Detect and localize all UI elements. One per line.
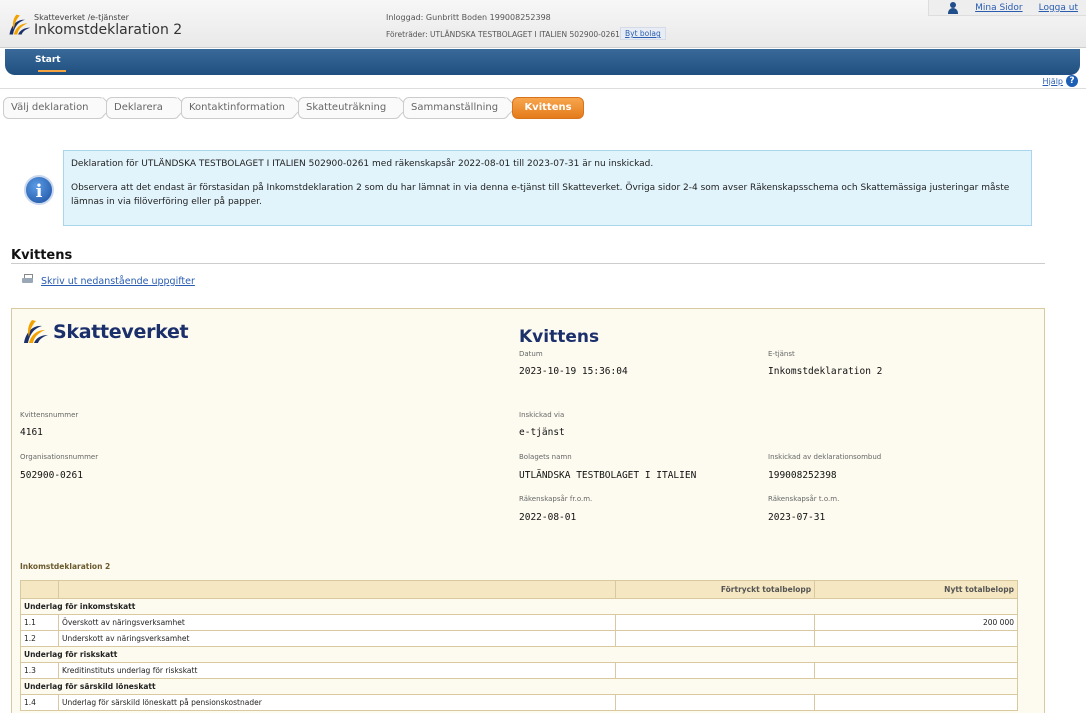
row-new-amount [814, 662, 1018, 679]
receipt-logo: Skatteverket [20, 317, 189, 347]
field-label-orgnr: Organisationsnummer [20, 453, 99, 461]
field-orgnr: 502900-0261 [20, 470, 83, 481]
skatteverket-logo-icon [24, 320, 48, 343]
row-new-amount: 200 000 [814, 614, 1018, 631]
row-number: 1.4 [20, 694, 59, 711]
switch-company-link[interactable]: Byt bolag [620, 27, 666, 40]
skatteverket-logo-icon [9, 14, 31, 35]
row-pre-amount [615, 614, 816, 631]
user-icon [947, 1, 959, 14]
step-sammanstallning[interactable]: Sammanställning [403, 97, 509, 119]
representative-info: Företräder: UTLÄNDSKA TESTBOLAGET I ITAL… [386, 30, 620, 39]
field-label-bolag: Bolagets namn [519, 453, 572, 461]
table-row: 1.3 Kreditinstituts underlag för riskska… [20, 662, 1018, 679]
field-label-ombud: Inskickad av deklarationsombud [768, 453, 882, 461]
table-row: 1.2 Underskott av näringsverksamhet [20, 630, 1018, 647]
logged-in-user: Inloggad: Gunbritt Boden 199008252398 [386, 13, 551, 22]
row-new-amount [814, 694, 1018, 711]
field-ombud: 199008252398 [768, 470, 837, 481]
print-link[interactable]: Skriv ut nedanstående uppgifter [41, 276, 195, 287]
step-kvittens[interactable]: Kvittens [512, 97, 584, 119]
table-header-empty [57, 580, 617, 599]
row-label: Kreditinstituts underlag för riskskatt [57, 662, 617, 679]
row-number: 1.2 [20, 630, 59, 647]
row-label: Underskott av näringsverksamhet [57, 630, 617, 647]
info-line-2: Observera att det endast är förstasidan … [71, 183, 1010, 207]
declaration-table: Förtryckt totalbelopp Nytt totalbelopp U… [20, 580, 1018, 711]
field-from: 2022-08-01 [519, 512, 577, 523]
top-user-bar: Mina Sidor Logga ut [928, 0, 1086, 16]
info-message: Deklaration för UTLÄNDSKA TESTBOLAGET I … [63, 150, 1032, 226]
table-header-pre: Förtryckt totalbelopp [615, 580, 816, 599]
nav-start-tab[interactable]: Start [35, 55, 61, 65]
nav-active-indicator [38, 70, 66, 72]
row-pre-amount [615, 694, 816, 711]
field-label-etjanst: E-tjänst [768, 350, 795, 358]
table-row: 1.1 Överskott av näringsverksamhet 200 0… [20, 614, 1018, 631]
table-header-new: Nytt totalbelopp [814, 580, 1018, 599]
table-group-title: Underlag för inkomstskatt [20, 598, 1018, 615]
help-icon[interactable]: ? [1066, 75, 1078, 87]
section-title: Kvittens [11, 248, 73, 263]
table-header-empty [20, 580, 59, 599]
field-kvittensnummer: 4161 [20, 427, 43, 438]
field-tom: 2023-07-31 [768, 512, 826, 523]
section-divider [11, 263, 1045, 264]
row-label: Underlag för särskild löneskatt på pensi… [57, 694, 617, 711]
row-label: Överskott av näringsverksamhet [57, 614, 617, 631]
table-group-title: Underlag för särskild löneskatt [20, 678, 1018, 695]
field-datum: 2023-10-19 15:36:04 [519, 366, 628, 377]
step-kontaktinformation[interactable]: Kontaktinformation [181, 97, 296, 119]
row-pre-amount [615, 662, 816, 679]
row-new-amount [814, 630, 1018, 647]
field-label-from: Räkenskapsår fr.o.m. [519, 495, 593, 503]
receipt-panel: Skatteverket Kvittens Datum 2023-10-19 1… [11, 308, 1045, 713]
app-header: Skatteverket /e-tjänster Inkomstdeklarat… [0, 0, 1086, 48]
field-label-datum: Datum [519, 350, 543, 358]
field-label-kvittensnummer: Kvittensnummer [20, 411, 79, 419]
divider [0, 88, 1086, 89]
step-valj-deklaration[interactable]: Välj deklaration [3, 97, 105, 119]
help-link[interactable]: Hjälp ? [1043, 75, 1078, 87]
receipt-title: Kvittens [519, 327, 600, 347]
info-icon: i [24, 175, 54, 205]
printer-icon[interactable] [22, 274, 34, 284]
brand-name: Skatteverket [53, 321, 189, 343]
info-line-1: Deklaration för UTLÄNDSKA TESTBOLAGET I … [71, 159, 654, 169]
row-number: 1.3 [20, 662, 59, 679]
step-skatteutrakning[interactable]: Skatteuträkning [298, 97, 401, 119]
field-label-tom: Räkenskapsår t.o.m. [768, 495, 840, 503]
field-etjanst: Inkomstdeklaration 2 [768, 366, 883, 377]
field-bolag: UTLÄNDSKA TESTBOLAGET I ITALIEN [519, 470, 697, 481]
app-title: Inkomstdeklaration 2 [34, 22, 183, 38]
table-group-title: Underlag för riskskatt [20, 646, 1018, 663]
declaration-table-heading: Inkomstdeklaration 2 [20, 562, 111, 571]
field-inskickad-via: e-tjänst [519, 427, 565, 438]
row-number: 1.1 [20, 614, 59, 631]
row-pre-amount [615, 630, 816, 647]
main-navbar: Start [5, 49, 1080, 75]
logout-link[interactable]: Logga ut [1039, 3, 1078, 13]
my-pages-link[interactable]: Mina Sidor [975, 3, 1022, 13]
table-row: 1.4 Underlag för särskild löneskatt på p… [20, 694, 1018, 711]
help-label[interactable]: Hjälp [1043, 77, 1063, 86]
field-label-inskickad-via: Inskickad via [519, 411, 565, 419]
org-label: Skatteverket /e-tjänster [34, 13, 129, 22]
